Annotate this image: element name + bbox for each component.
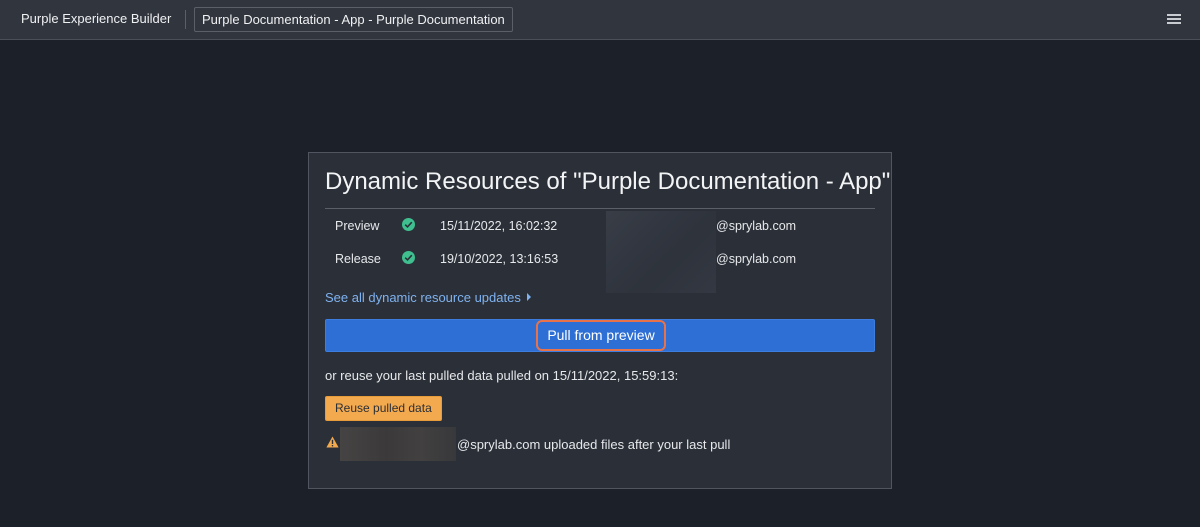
see-all-updates-link[interactable]: See all dynamic resource updates [325,290,531,305]
check-circle-icon [402,251,415,264]
warning-text: @sprylab.com uploaded files after your l… [457,437,731,452]
update-timestamp: 19/10/2022, 13:16:53 [440,252,559,266]
panel-title: Dynamic Resources of "Purple Documentati… [325,168,891,195]
reuse-description: or reuse your last pulled data pulled on… [325,368,679,383]
caret-right-icon [526,293,531,301]
environment-label: Release [335,252,381,266]
document-title-button[interactable]: Purple Documentation - App - Purple Docu… [194,7,513,32]
resource-row-release: Release 19/10/2022, 13:16:53 @sprylab.co… [325,244,875,274]
warning-icon [326,436,339,448]
redacted-user-name [340,427,456,461]
topbar-divider [185,10,186,29]
user-email: @sprylab.com [716,219,797,233]
hamburger-icon[interactable] [1166,12,1182,28]
user-email: @sprylab.com [716,252,797,266]
resource-row-preview: Preview 15/11/2022, 16:02:32 @sprylab.co… [325,211,875,241]
reuse-pulled-data-button[interactable]: Reuse pulled data [325,396,442,421]
dynamic-resources-panel: Dynamic Resources of "Purple Documentati… [308,152,892,489]
warning-message: @sprylab.com uploaded files after your l… [325,427,875,461]
pull-from-preview-label: Pull from preview [536,320,666,351]
title-divider [325,208,875,209]
app-name[interactable]: Purple Experience Builder [21,11,171,26]
top-bar: Purple Experience Builder Purple Documen… [0,0,1200,40]
pull-from-preview-button[interactable]: Pull from preview [325,319,875,352]
update-timestamp: 15/11/2022, 16:02:32 [440,219,558,233]
environment-label: Preview [335,219,380,233]
check-circle-icon [402,218,415,231]
see-all-updates-label: See all dynamic resource updates [325,290,521,305]
